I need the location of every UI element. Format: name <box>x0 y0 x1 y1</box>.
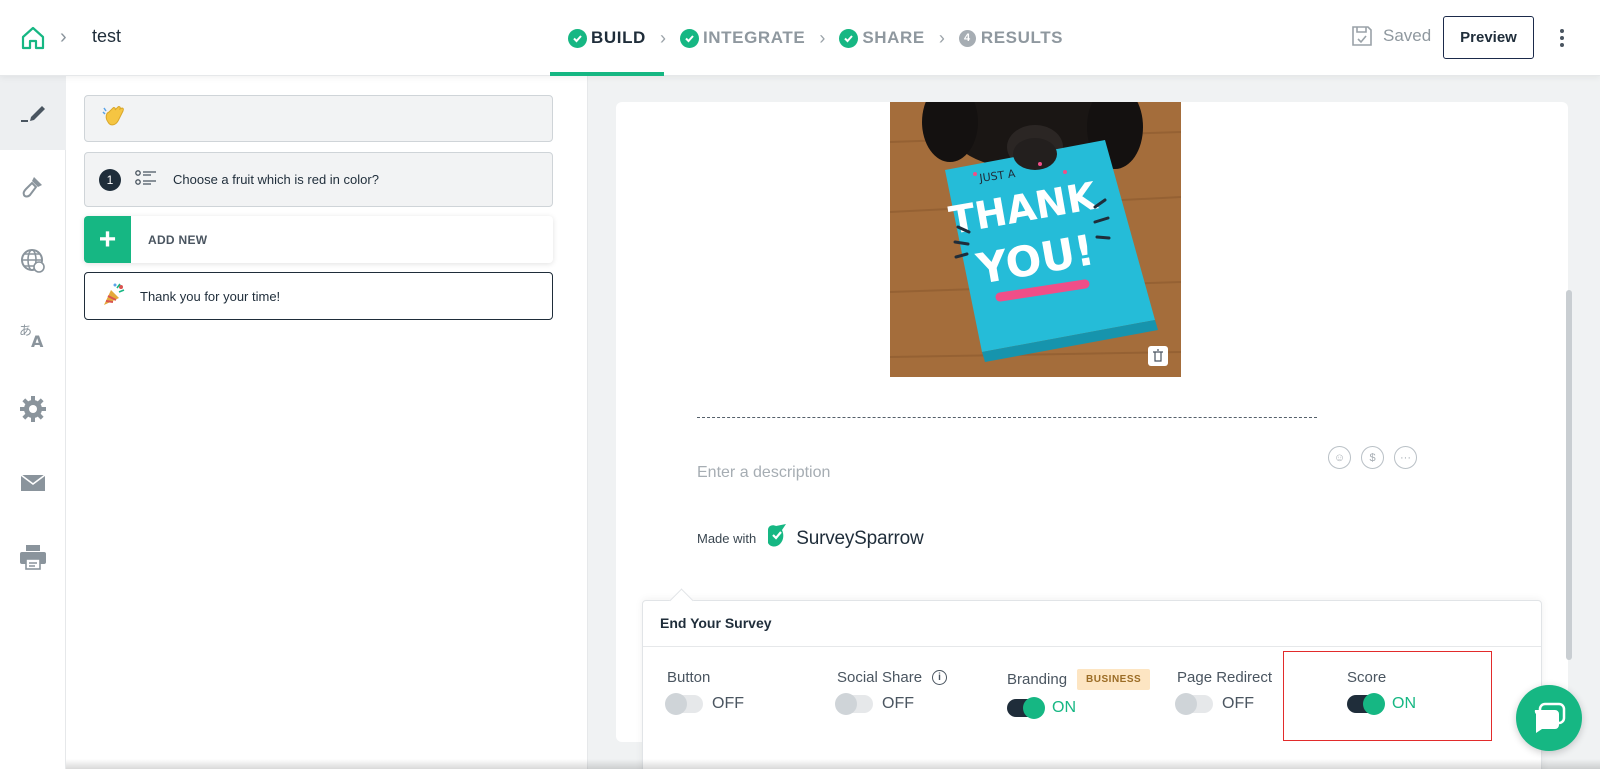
thank-you-image[interactable]: JUST A THANK YOU! <box>890 102 1181 377</box>
toggle-state: OFF <box>882 695 914 712</box>
social-share-toggle[interactable] <box>835 693 873 715</box>
score-highlight-box <box>1283 651 1492 741</box>
chevron-right-icon: › <box>938 27 945 48</box>
title-divider <box>697 417 1317 418</box>
thank-you-text: Thank you for your time! <box>140 288 281 304</box>
branding-toggle[interactable] <box>1007 697 1045 719</box>
left-rail: あA <box>0 76 66 769</box>
check-icon <box>568 28 587 48</box>
step-nav: BUILD › INTEGRATE › SHARE › 4 RESULTS <box>550 0 1064 76</box>
chevron-right-icon: › <box>60 26 67 48</box>
question-number: 1 <box>99 168 121 191</box>
made-with-label: Made with <box>697 531 757 546</box>
option-label: Social Share <box>837 669 923 686</box>
option-branding: Branding BUSINESS ON <box>1007 669 1151 719</box>
questions-panel: 1 Choose a fruit which is red in color? … <box>66 76 588 769</box>
divider <box>643 646 1541 647</box>
business-badge: BUSINESS <box>1077 669 1151 690</box>
chevron-right-icon: › <box>819 27 826 48</box>
survey-title[interactable]: test <box>92 26 121 47</box>
step-number: 4 <box>958 29 976 47</box>
option-social-share: Social Share i OFF <box>835 669 948 715</box>
globe-icon[interactable] <box>0 224 66 298</box>
step-results[interactable]: 4 RESULTS <box>958 0 1064 76</box>
saved-label: Saved <box>1383 26 1432 45</box>
question-text: Choose a fruit which is red in color? <box>173 172 379 187</box>
option-label: Branding <box>1007 671 1068 688</box>
paintbrush-icon[interactable] <box>0 150 66 224</box>
add-new-label: ADD NEW <box>148 232 208 247</box>
svg-text:A: A <box>31 332 44 349</box>
scrollbar[interactable] <box>1566 290 1572 660</box>
gear-icon[interactable] <box>0 372 66 446</box>
preview-button[interactable]: Preview <box>1443 16 1534 59</box>
emoji-icon[interactable]: ☺ <box>1328 446 1351 469</box>
question-card[interactable]: 1 Choose a fruit which is red in color? <box>84 152 553 207</box>
step-build[interactable]: BUILD <box>550 0 664 76</box>
translate-icon[interactable]: あA <box>0 298 66 372</box>
surveysparrow-logo-icon <box>764 522 790 555</box>
top-bar: › test BUILD › INTEGRATE › SHARE › 4 RES… <box>0 0 1600 76</box>
chevron-right-icon: › <box>659 27 666 48</box>
step-integrate[interactable]: INTEGRATE <box>679 0 806 76</box>
end-survey-title: End Your Survey <box>660 615 772 631</box>
description-input[interactable]: Enter a description <box>697 464 830 482</box>
party-popper-icon <box>101 282 127 311</box>
option-label: Button <box>667 669 711 686</box>
step-label: SHARE <box>862 28 925 47</box>
multiple-choice-icon <box>135 169 157 190</box>
more-icon[interactable]: ··· <box>1394 446 1417 469</box>
option-label: Page Redirect <box>1177 669 1273 686</box>
home-icon[interactable] <box>20 25 46 51</box>
page-redirect-toggle[interactable] <box>1175 693 1213 715</box>
info-icon[interactable]: i <box>932 670 948 685</box>
button-toggle[interactable] <box>665 693 703 715</box>
dollar-icon[interactable]: $ <box>1361 446 1384 469</box>
toggle-state: ON <box>1052 699 1076 716</box>
saved-status: Saved <box>1350 24 1431 48</box>
waving-hand-icon <box>101 104 127 134</box>
check-icon <box>679 28 699 48</box>
add-new-button[interactable]: + ADD NEW <box>84 216 553 263</box>
plus-icon: + <box>84 216 131 263</box>
more-options-icon[interactable] <box>1552 26 1572 50</box>
step-label: RESULTS <box>980 28 1064 47</box>
made-with-branding: Made with SurveySparrow <box>697 522 924 555</box>
option-button: Button OFF <box>665 669 744 715</box>
toggle-state: OFF <box>1222 695 1254 712</box>
step-label: BUILD <box>591 28 646 47</box>
mail-icon[interactable] <box>0 446 66 520</box>
option-page-redirect: Page Redirect OFF <box>1175 669 1273 715</box>
brand-name: SurveySparrow <box>796 527 924 549</box>
chat-icon[interactable] <box>1516 685 1582 751</box>
step-share[interactable]: SHARE <box>839 0 925 76</box>
check-icon <box>839 28 859 48</box>
thank-you-card[interactable]: Thank you for your time! <box>84 272 553 320</box>
bottom-shadow <box>66 759 1600 769</box>
description-tools: ☺ $ ··· <box>1328 446 1417 469</box>
edit-icon[interactable] <box>0 76 66 150</box>
toggle-state: OFF <box>712 695 744 712</box>
step-label: INTEGRATE <box>702 28 806 47</box>
printer-icon[interactable] <box>0 520 66 594</box>
save-icon <box>1352 26 1372 46</box>
welcome-card[interactable] <box>84 95 553 142</box>
